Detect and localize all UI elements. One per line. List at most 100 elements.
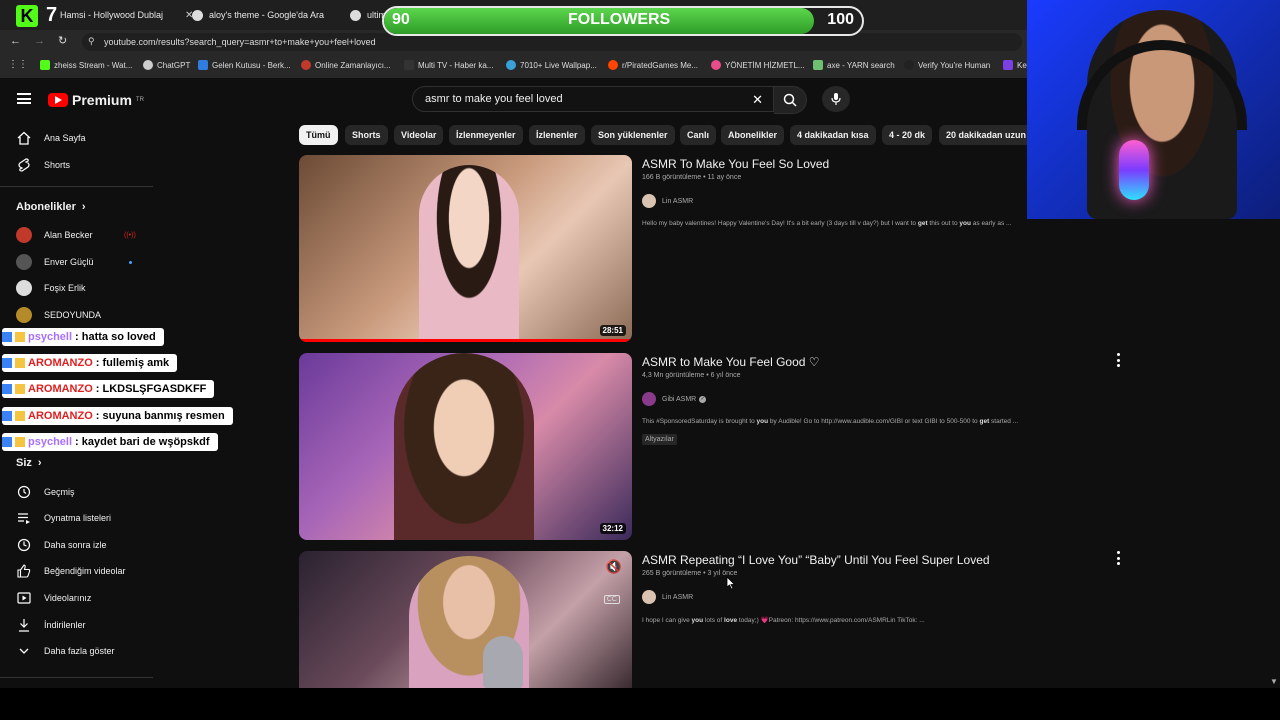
chip-4-20-min[interactable]: 4 - 20 dk	[882, 125, 933, 145]
timer-icon	[301, 60, 311, 70]
search-input[interactable]: asmr to make you feel loved ✕	[412, 86, 774, 112]
new-content-dot-icon	[129, 260, 132, 264]
forward-icon[interactable]: →	[34, 35, 45, 47]
sidebar-item-label: Ana Sayfa	[44, 133, 86, 143]
video-title[interactable]: ASMR Repeating “I Love You” “Baby” Until…	[642, 553, 990, 567]
chat-text: : LKDSLŞFGASDKFF	[95, 383, 207, 395]
video-title[interactable]: ASMR To Make You Feel So Loved	[642, 157, 829, 171]
bookmark-label: zheiss Stream - Wat...	[54, 60, 133, 70]
chevron-right-icon: ›	[81, 201, 86, 213]
sidebar-item-history[interactable]: Geçmiş	[16, 484, 75, 500]
chip-over-20-min[interactable]: 20 dakikadan uzun	[939, 125, 1041, 145]
apps-icon[interactable]: ⋮⋮	[8, 59, 28, 70]
chip-subscriptions[interactable]: Abonelikler	[721, 125, 785, 145]
sidebar-item-playlists[interactable]: Oynatma listeleri	[16, 510, 111, 526]
more-options-icon[interactable]	[1114, 551, 1122, 565]
bookmark[interactable]: YÖNETİM HİZMETL...	[711, 60, 805, 70]
sidebar-item-label: Enver Güçlü	[44, 257, 94, 267]
channel-avatar	[642, 392, 656, 406]
clear-search-icon[interactable]: ✕	[752, 92, 763, 108]
bookmark[interactable]: zheiss Stream - Wat...	[40, 60, 132, 70]
voice-search-button[interactable]	[822, 86, 850, 112]
video-thumbnail[interactable]: 28:51	[299, 155, 632, 342]
sidebar-item-sedoyunda[interactable]: SEDOYUNDA	[16, 307, 101, 323]
sidebar-item-fosix-erlik[interactable]: Foşix Erlik	[16, 280, 86, 296]
sidebar-show-more[interactable]: Daha fazla göster	[16, 643, 115, 659]
browser-tab[interactable]: ultim	[350, 4, 386, 26]
chip-videos[interactable]: Videolar	[394, 125, 444, 145]
chat-message: AROMANZO: fullemiş amk	[2, 354, 178, 372]
yarn-icon	[813, 60, 823, 70]
video-duration: 32:12	[599, 523, 626, 534]
desc-highlight: get	[917, 220, 928, 227]
captions-icon[interactable]: CC	[603, 595, 620, 604]
sidebar-item-label: Oynatma listeleri	[44, 513, 112, 523]
chip-unwatched[interactable]: İzlenmeyenler	[449, 125, 523, 145]
sidebar-item-home[interactable]: Ana Sayfa	[16, 130, 86, 146]
sidebar-item-enver-guclu[interactable]: Enver Güçlü	[16, 254, 132, 270]
chip-live[interactable]: Canlı	[680, 125, 717, 145]
you-header[interactable]: Siz ›	[16, 457, 42, 469]
desc-text: lots of	[703, 617, 725, 624]
sidebar-item-alan-becker[interactable]: Alan Becker ((•))	[16, 227, 136, 243]
badge-icon	[2, 411, 12, 421]
region-code: TR	[135, 97, 144, 103]
chip-watched[interactable]: İzlenenler	[529, 125, 585, 145]
sidebar-item-downloads[interactable]: İndirilenler	[16, 617, 86, 633]
kick-logo: K	[16, 5, 38, 27]
home-icon	[16, 130, 32, 146]
sidebar-item-label: Beğendiğim videolar	[44, 566, 126, 576]
bookmark[interactable]: Multi TV - Haber ka...	[404, 60, 493, 70]
bookmark[interactable]: ChatGPT	[143, 60, 190, 70]
sidebar-item-watch-later[interactable]: Daha sonra izle	[16, 537, 107, 553]
avatar	[16, 227, 32, 243]
bookmark[interactable]: r/PiratedGames Me...	[608, 60, 698, 70]
rgb-microphone	[1119, 140, 1149, 200]
sidebar-item-liked-videos[interactable]: Beğendiğim videolar	[16, 563, 126, 579]
video-channel[interactable]: Gibi ASMR ✓	[642, 392, 707, 406]
section-title: Siz	[16, 457, 32, 469]
site-info-icon[interactable]: ⚲	[88, 36, 95, 47]
chip-under-4-min[interactable]: 4 dakikadan kısa	[790, 125, 876, 145]
section-title: Abonelikler	[16, 201, 76, 213]
chip-all[interactable]: Tümü	[299, 125, 338, 145]
video-channel[interactable]: Lin ASMR	[642, 590, 693, 604]
chip-recent[interactable]: Son yüklenenler	[591, 125, 675, 145]
muted-icon[interactable]: 🔇	[606, 559, 622, 575]
video-title[interactable]: ASMR to Make You Feel Good ♡	[642, 355, 820, 369]
menu-icon[interactable]	[17, 93, 31, 104]
subscriptions-header[interactable]: Abonelikler ›	[16, 201, 86, 213]
bookmark[interactable]: Online Zamanlayıcı...	[301, 60, 391, 70]
chat-message: AROMANZO: suyuna banmış resmen	[2, 407, 233, 425]
back-icon[interactable]: ←	[10, 35, 21, 47]
browser-tab[interactable]: Hamsi - Hollywood Dublaj ✕	[60, 4, 193, 26]
sidebar-item-shorts[interactable]: Shorts	[16, 157, 70, 173]
reload-icon[interactable]: ↻	[58, 34, 67, 47]
bookmark[interactable]: 7010+ Live Wallpap...	[506, 60, 597, 70]
search-button[interactable]	[774, 86, 807, 114]
video-thumbnail[interactable]: 🔇 CC	[299, 551, 632, 688]
bookmark-label: Online Zamanlayıcı...	[315, 60, 391, 70]
bookmark[interactable]: axe - YARN search	[813, 60, 895, 70]
watch-progress-bar	[299, 339, 632, 342]
desc-text: started ...	[989, 418, 1019, 425]
scroll-down-icon[interactable]: ▼	[1270, 677, 1278, 686]
video-description: I hope I can give you lots of love today…	[642, 616, 925, 624]
channel-name: Lin ASMR	[662, 197, 694, 205]
bookmark[interactable]: Gelen Kutusu - Berk...	[198, 60, 291, 70]
badge-icon	[2, 437, 12, 447]
tv-icon	[404, 60, 414, 70]
chip-shorts[interactable]: Shorts	[345, 125, 388, 145]
live-icon: ((•))	[124, 231, 136, 239]
sidebar-item-your-videos[interactable]: Videolarınız	[16, 590, 91, 606]
bookmark-label: Gelen Kutusu - Berk...	[212, 60, 291, 70]
logo-text: Premium	[72, 92, 132, 108]
bookmark[interactable]: Verify You're Human	[904, 60, 990, 70]
sidebar-item-label: Videolarınız	[44, 593, 92, 603]
video-thumbnail[interactable]: 32:12	[299, 353, 632, 540]
youtube-premium-logo[interactable]: Premium TR	[48, 92, 144, 108]
history-icon	[16, 484, 32, 500]
browser-tab[interactable]: aloy's theme - Google'da Ara ✕	[192, 4, 358, 26]
video-channel[interactable]: Lin ASMR	[642, 194, 693, 208]
more-options-icon[interactable]	[1114, 353, 1122, 367]
